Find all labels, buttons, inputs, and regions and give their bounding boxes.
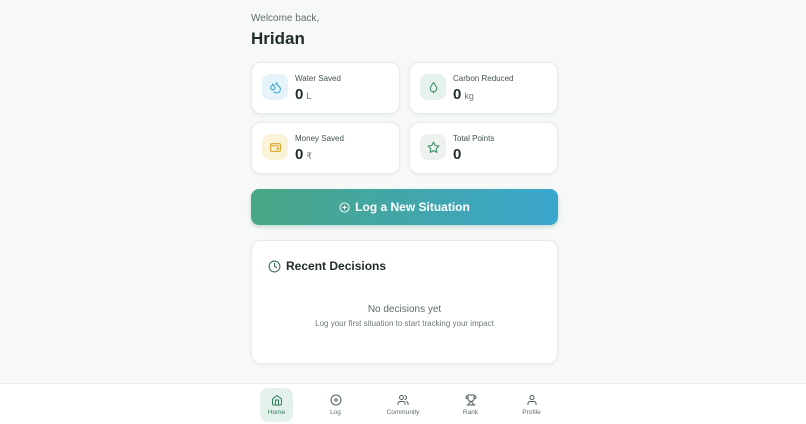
stat-value: 0 [295,86,304,103]
nav-label: Home [267,409,286,416]
user-name: Hridan [251,29,305,48]
money-saved-card: Money Saved 0 ₹ [251,122,400,174]
users-icon [397,395,409,405]
stat-unit: ₹ [306,151,313,161]
tree-icon [420,74,446,100]
recent-decisions-card: Recent Decisions No decisions yet Log yo… [251,240,558,364]
nav-log[interactable]: Log [320,388,351,422]
water-saved-card: Water Saved 0 L [251,62,400,114]
stat-unit: kg [464,91,474,101]
empty-state-title: No decisions yet [367,304,442,315]
stat-value: 0 [453,146,462,163]
log-new-situation-button[interactable]: Log a New Situation [251,189,558,225]
total-points-card: Total Points 0 [409,122,558,174]
log-button-label: Log a New Situation [355,200,470,214]
droplets-icon [262,74,288,100]
user-icon [527,395,536,405]
dashboard: Welcome back, Hridan Water Saved 0 L Car… [251,12,558,364]
nav-profile[interactable]: Profile [515,388,548,422]
star-icon [420,134,446,160]
nav-label: Log [330,409,341,416]
stat-value: 0 [295,146,304,163]
stats-grid: Water Saved 0 L Carbon Reduced 0 kg Mone… [251,62,558,174]
recent-decisions-title: Recent Decisions [286,259,387,273]
plus-circle-icon [339,201,350,213]
bottom-nav: Home Log Community Rank Profile [0,383,806,424]
plus-circle-icon [330,394,341,406]
trophy-icon [465,394,476,406]
stat-value: 0 [453,86,462,103]
nav-rank[interactable]: Rank [455,388,486,422]
nav-label: Community [386,409,420,416]
stat-label: Carbon Reduced [453,74,514,83]
nav-home[interactable]: Home [260,388,293,422]
nav-label: Rank [462,409,479,416]
home-icon [271,395,282,406]
wallet-icon [262,134,288,160]
recent-decisions-header: Recent Decisions [268,259,386,273]
stat-label: Total Points [453,134,495,143]
welcome-text: Welcome back, [251,13,320,24]
stat-label: Money Saved [295,134,344,143]
empty-state-subtitle: Log your first situation to start tracki… [315,319,494,328]
clock-icon [268,260,281,272]
stat-label: Water Saved [295,74,341,83]
nav-community[interactable]: Community [381,388,425,422]
carbon-reduced-card: Carbon Reduced 0 kg [409,62,558,114]
stat-unit: L [306,91,312,101]
nav-label: Profile [522,409,541,416]
